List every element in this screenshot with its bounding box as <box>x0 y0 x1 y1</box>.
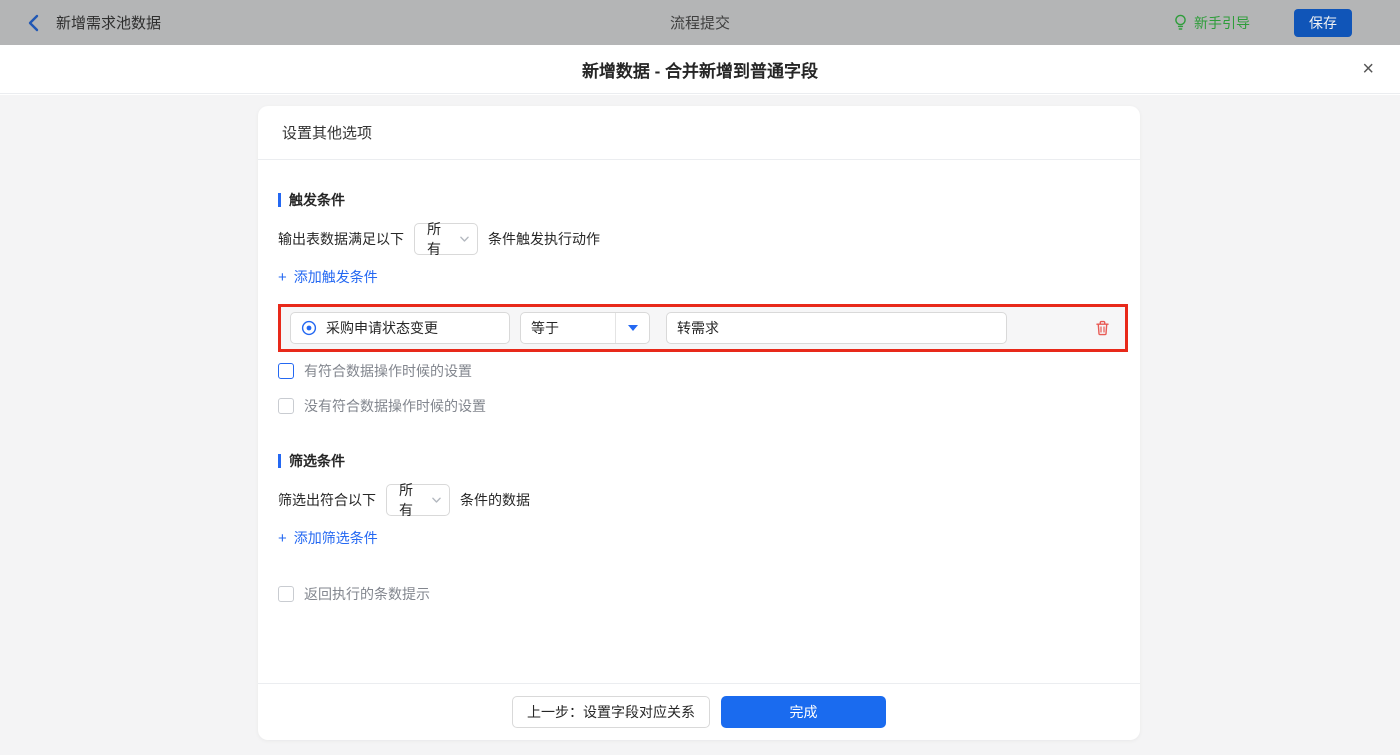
section-accent-bar <box>278 454 281 468</box>
chevron-down-icon <box>460 236 469 242</box>
modal-header: 新增数据 - 合并新增到普通字段 × <box>0 45 1400 94</box>
previous-step-button[interactable]: 上一步：设置字段对应关系 <box>512 696 710 728</box>
guide-label: 新手引导 <box>1194 14 1250 31</box>
checkbox-return-count-tip[interactable]: 返回执行的条数提示 <box>278 584 430 604</box>
save-button[interactable]: 保存 <box>1294 8 1352 37</box>
filter-sentence-prefix: 筛选出符合以下 <box>278 492 376 508</box>
options-card: 设置其他选项 触发条件 输出表数据满足以下 所有 条件触发执行动作 + 添加触发… <box>258 106 1140 740</box>
checkbox-icon[interactable] <box>278 398 294 414</box>
condition-value-input[interactable] <box>666 312 1007 344</box>
card-header: 设置其他选项 <box>258 106 1140 160</box>
trash-icon <box>1096 320 1109 336</box>
card-content: 触发条件 输出表数据满足以下 所有 条件触发执行动作 + 添加触发条件 采购申请… <box>258 160 1140 604</box>
back-nav[interactable]: 新增需求池数据 <box>26 12 161 33</box>
filter-match-select[interactable]: 所有 <box>386 482 450 518</box>
add-trigger-condition-link[interactable]: + 添加触发条件 <box>278 267 378 287</box>
checkbox-no-match-settings[interactable]: 没有符合数据操作时候的设置 <box>278 396 486 416</box>
trigger-match-select[interactable]: 所有 <box>414 221 478 257</box>
triangle-down-icon <box>627 325 638 331</box>
chevron-down-icon <box>432 497 441 503</box>
filter-sentence-suffix: 条件的数据 <box>460 492 530 508</box>
section-accent-bar <box>278 193 281 207</box>
delete-condition-button[interactable] <box>1095 320 1110 336</box>
trigger-sentence-prefix: 输出表数据满足以下 <box>278 231 404 247</box>
topbar: 新增需求池数据 流程提交 新手引导 保存 <box>0 0 1400 45</box>
radio-field-icon <box>301 320 317 336</box>
back-chevron-icon[interactable] <box>26 14 40 32</box>
plus-icon: + <box>278 268 287 286</box>
add-filter-condition-link[interactable]: + 添加筛选条件 <box>278 528 378 548</box>
trigger-sentence-suffix: 条件触发执行动作 <box>488 231 600 247</box>
close-icon[interactable]: × <box>1362 59 1374 79</box>
condition-field-select[interactable]: 采购申请状态变更 <box>290 312 510 344</box>
checkbox-icon[interactable] <box>278 586 294 602</box>
trigger-sentence: 输出表数据满足以下 所有 条件触发执行动作 <box>278 221 1120 257</box>
modal-body: 设置其他选项 触发条件 输出表数据满足以下 所有 条件触发执行动作 + 添加触发… <box>0 95 1400 755</box>
card-footer: 上一步：设置字段对应关系 完成 <box>258 683 1140 740</box>
done-button[interactable]: 完成 <box>721 696 886 728</box>
operator-dropdown-toggle[interactable] <box>615 313 649 343</box>
checkbox-has-match-settings[interactable]: 有符合数据操作时候的设置 <box>278 361 472 381</box>
checkbox-icon[interactable] <box>278 363 294 379</box>
filter-section-title: 筛选条件 <box>278 451 1120 471</box>
modal-title: 新增数据 - 合并新增到普通字段 <box>581 61 819 81</box>
trigger-condition-row: 采购申请状态变更 等于 <box>278 304 1128 352</box>
beginner-guide-link[interactable]: 新手引导 <box>1173 13 1250 33</box>
filter-sentence: 筛选出符合以下 所有 条件的数据 <box>278 482 1120 518</box>
condition-operator-select[interactable]: 等于 <box>520 312 650 344</box>
lightbulb-icon <box>1175 14 1186 30</box>
plus-icon: + <box>278 529 287 547</box>
page-title: 新增需求池数据 <box>56 15 162 32</box>
trigger-section-title: 触发条件 <box>278 190 1120 210</box>
